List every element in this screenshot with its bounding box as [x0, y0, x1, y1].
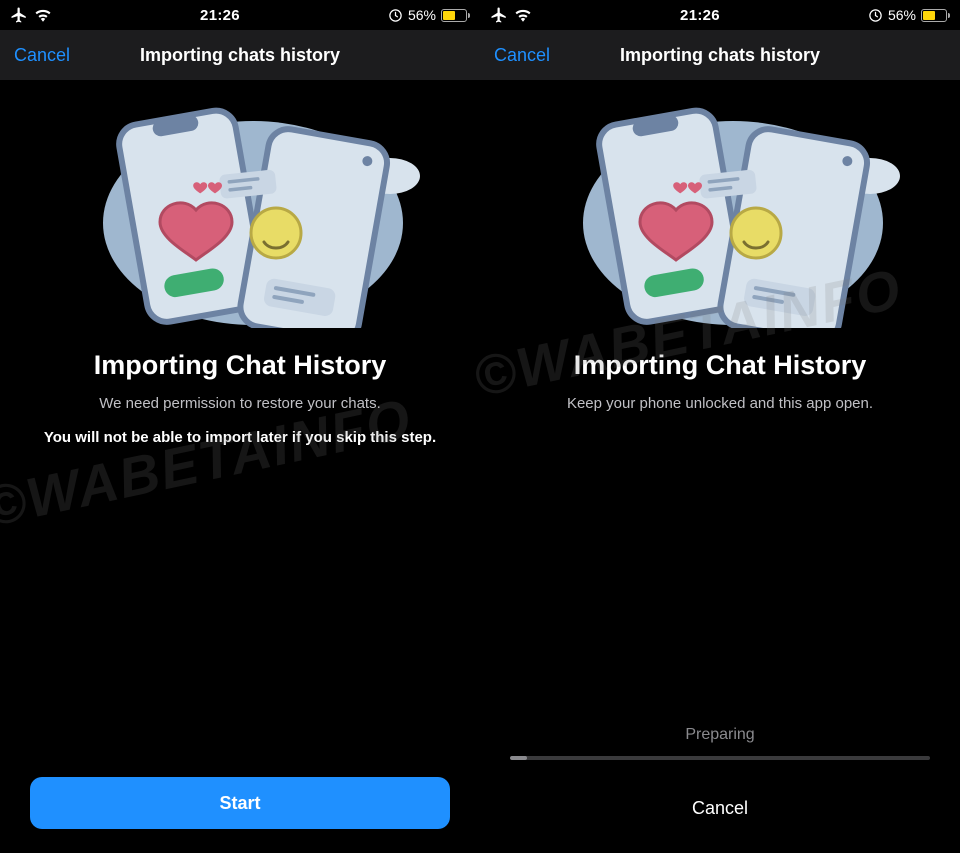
page-heading: Importing Chat History: [94, 350, 387, 381]
bottom-area-left: Start: [0, 777, 480, 853]
transfer-illustration: [40, 98, 440, 328]
nav-title: Importing chats history: [480, 45, 960, 66]
battery-icon: [921, 9, 950, 22]
status-right: 56%: [388, 7, 470, 23]
airplane-mode-icon: [10, 6, 28, 24]
start-button[interactable]: Start: [30, 777, 450, 829]
nav-title: Importing chats history: [0, 45, 480, 66]
phone-screen-right: 21:26 56% Cancel Importing chats history: [480, 0, 960, 853]
status-left: [490, 6, 532, 24]
nav-cancel-button[interactable]: Cancel: [14, 45, 70, 66]
page-heading: Importing Chat History: [574, 350, 867, 381]
page-warning: You will not be able to import later if …: [44, 428, 436, 448]
orientation-lock-icon: [868, 8, 883, 23]
orientation-lock-icon: [388, 8, 403, 23]
status-bar: 21:26 56%: [0, 0, 480, 30]
status-clock: 21:26: [200, 7, 240, 24]
progress-bar: [510, 756, 930, 760]
battery-icon: [441, 9, 470, 22]
page-description: Keep your phone unlocked and this app op…: [567, 395, 873, 412]
status-left: [10, 6, 52, 24]
airplane-mode-icon: [490, 6, 508, 24]
cancel-button[interactable]: Cancel: [692, 798, 748, 819]
progress-fill: [510, 756, 527, 760]
status-bar: 21:26 56%: [480, 0, 960, 30]
wifi-icon: [34, 8, 52, 22]
nav-cancel-button[interactable]: Cancel: [494, 45, 550, 66]
phone-screen-left: 21:26 56% Cancel Importing chats history: [0, 0, 480, 853]
wifi-icon: [514, 8, 532, 22]
preparing-label: Preparing: [685, 726, 754, 744]
battery-percent-label: 56%: [888, 7, 916, 23]
main-content-left: Importing Chat History We need permissio…: [0, 80, 480, 853]
bottom-area-right: Preparing Cancel: [480, 726, 960, 853]
battery-percent-label: 56%: [408, 7, 436, 23]
transfer-illustration: [520, 98, 920, 328]
status-clock: 21:26: [680, 7, 720, 24]
page-description: We need permission to restore your chats…: [99, 395, 381, 412]
status-right: 56%: [868, 7, 950, 23]
nav-bar: Cancel Importing chats history: [0, 30, 480, 80]
nav-bar: Cancel Importing chats history: [480, 30, 960, 80]
